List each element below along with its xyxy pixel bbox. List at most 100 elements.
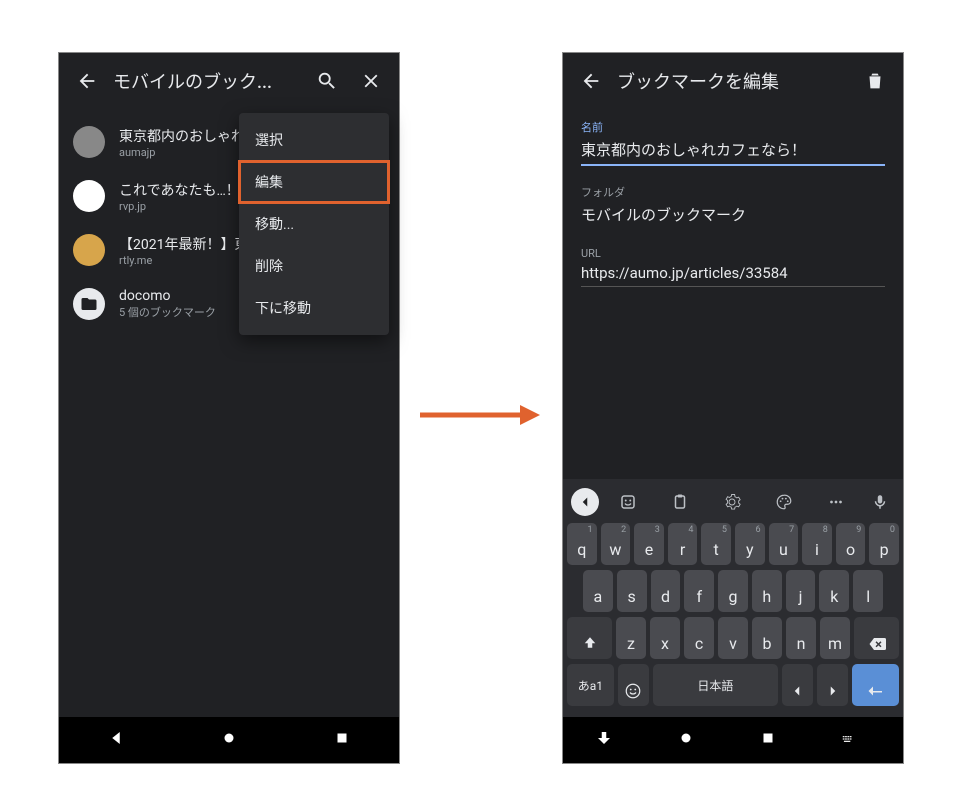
keyboard-row-2: asdfghjkl — [567, 570, 899, 612]
keyboard-row-3: zxcvbnm — [567, 617, 899, 659]
key-s[interactable]: s — [617, 570, 647, 612]
menu-item-move-down[interactable]: 下に移動 — [239, 287, 389, 329]
bookmark-text: これであなたも…！ rvp.jp — [119, 180, 240, 213]
bookmark-subtitle: aumajp — [119, 146, 256, 159]
field-label: 名前 — [581, 119, 885, 135]
nav-recent-icon[interactable] — [333, 729, 351, 751]
field-label: URL — [581, 247, 885, 260]
key-x[interactable]: x — [650, 617, 680, 659]
key-q[interactable]: q1 — [567, 523, 597, 565]
bookmark-subtitle: rtly.me — [119, 254, 248, 267]
url-input[interactable]: https://aumo.jp/articles/33584 — [581, 260, 885, 287]
bookmark-subtitle: 5 個のブックマーク — [119, 304, 216, 320]
cursor-left-key[interactable] — [782, 664, 813, 706]
back-arrow-icon[interactable] — [69, 63, 105, 99]
nav-home-icon[interactable] — [677, 729, 695, 751]
folder-icon — [73, 288, 105, 320]
android-navbar — [59, 717, 399, 763]
kbd-palette-icon[interactable] — [761, 487, 807, 517]
nav-back-icon[interactable] — [595, 729, 613, 751]
field-name[interactable]: 名前 東京都内のおしゃれカフェなら！ — [581, 119, 885, 166]
key-j[interactable]: j — [786, 570, 816, 612]
key-i[interactable]: i8 — [802, 523, 832, 565]
key-h[interactable]: h — [752, 570, 782, 612]
keyboard-row-4: あa1 日本語 — [567, 664, 899, 706]
context-menu: 選択 編集 移動... 削除 下に移動 — [239, 113, 389, 335]
shift-key[interactable] — [567, 617, 612, 659]
nav-back-icon[interactable] — [107, 729, 125, 751]
key-l[interactable]: l — [853, 570, 883, 612]
key-e[interactable]: e3 — [634, 523, 664, 565]
key-b[interactable]: b — [752, 617, 782, 659]
appbar: モバイルのブック... — [59, 53, 399, 109]
appbar: ブックマークを編集 — [563, 53, 903, 109]
kbd-settings-icon[interactable] — [709, 487, 755, 517]
kbd-collapse-icon[interactable] — [571, 488, 599, 516]
phone-bookmarks-list: モバイルのブック... 東京都内のおしゃれ... aumajp これであなたも…… — [58, 52, 400, 764]
menu-item-delete[interactable]: 削除 — [239, 245, 389, 287]
menu-item-move[interactable]: 移動... — [239, 203, 389, 245]
transition-arrow-icon — [420, 400, 540, 430]
cursor-right-key[interactable] — [817, 664, 848, 706]
key-o[interactable]: o9 — [836, 523, 866, 565]
nav-recent-icon[interactable] — [759, 729, 777, 751]
appbar-title: モバイルのブック... — [113, 68, 301, 94]
kbd-clipboard-icon[interactable] — [657, 487, 703, 517]
kbd-mic-icon[interactable] — [865, 487, 895, 517]
field-folder[interactable]: フォルダ モバイルのブックマーク — [581, 184, 885, 229]
mode-switch-key[interactable]: あa1 — [567, 664, 614, 706]
appbar-title: ブックマークを編集 — [617, 68, 849, 94]
key-y[interactable]: y6 — [735, 523, 765, 565]
bookmark-title: docomo — [119, 288, 216, 304]
trash-icon[interactable] — [857, 63, 893, 99]
menu-item-edit[interactable]: 編集 — [239, 161, 389, 203]
edit-form: 名前 東京都内のおしゃれカフェなら！ フォルダ モバイルのブックマーク URL … — [563, 109, 903, 287]
field-url[interactable]: URL https://aumo.jp/articles/33584 — [581, 247, 885, 287]
bookmark-text: 東京都内のおしゃれ... aumajp — [119, 126, 256, 159]
menu-item-select[interactable]: 選択 — [239, 119, 389, 161]
key-n[interactable]: n — [786, 617, 816, 659]
favicon-icon — [73, 126, 105, 158]
key-a[interactable]: a — [583, 570, 613, 612]
phone-edit-bookmark: ブックマークを編集 名前 東京都内のおしゃれカフェなら！ フォルダ モバイルのブ… — [562, 52, 904, 764]
favicon-icon — [73, 180, 105, 212]
key-c[interactable]: c — [684, 617, 714, 659]
key-d[interactable]: d — [651, 570, 681, 612]
key-t[interactable]: t5 — [701, 523, 731, 565]
nav-keyboard-switch-icon[interactable] — [841, 731, 871, 750]
bookmark-title: これであなたも…！ — [119, 180, 240, 200]
key-w[interactable]: w2 — [601, 523, 631, 565]
key-v[interactable]: v — [718, 617, 748, 659]
key-g[interactable]: g — [718, 570, 748, 612]
name-input[interactable]: 東京都内のおしゃれカフェなら！ — [581, 135, 885, 166]
key-z[interactable]: z — [616, 617, 646, 659]
nav-home-icon[interactable] — [220, 729, 238, 751]
keyboard-toolbar — [567, 483, 899, 523]
close-icon[interactable] — [353, 63, 389, 99]
enter-key[interactable] — [852, 664, 899, 706]
key-k[interactable]: k — [819, 570, 849, 612]
key-f[interactable]: f — [684, 570, 714, 612]
key-u[interactable]: u7 — [769, 523, 799, 565]
key-r[interactable]: r4 — [668, 523, 698, 565]
bookmark-title: 東京都内のおしゃれ... — [119, 126, 256, 146]
search-icon[interactable] — [309, 63, 345, 99]
backspace-key[interactable] — [854, 617, 899, 659]
favicon-icon — [73, 234, 105, 266]
kbd-more-icon[interactable] — [813, 487, 859, 517]
bookmark-subtitle: rvp.jp — [119, 200, 240, 213]
back-arrow-icon[interactable] — [573, 63, 609, 99]
bookmark-text: docomo 5 個のブックマーク — [119, 288, 216, 320]
android-navbar — [563, 717, 903, 763]
field-label: フォルダ — [581, 184, 885, 200]
keyboard-row-1: q1w2e3r4t5y6u7i8o9p0 — [567, 523, 899, 565]
bookmark-text: 【2021年最新！】東 rtly.me — [119, 234, 248, 267]
bookmark-title: 【2021年最新！】東 — [119, 234, 248, 254]
key-m[interactable]: m — [820, 617, 850, 659]
kbd-sticker-icon[interactable] — [605, 487, 651, 517]
key-p[interactable]: p0 — [869, 523, 899, 565]
soft-keyboard: q1w2e3r4t5y6u7i8o9p0 asdfghjkl zxcvbnm あ… — [563, 479, 903, 717]
folder-value[interactable]: モバイルのブックマーク — [581, 200, 885, 229]
emoji-key[interactable] — [618, 664, 649, 706]
space-key[interactable]: 日本語 — [653, 664, 778, 706]
